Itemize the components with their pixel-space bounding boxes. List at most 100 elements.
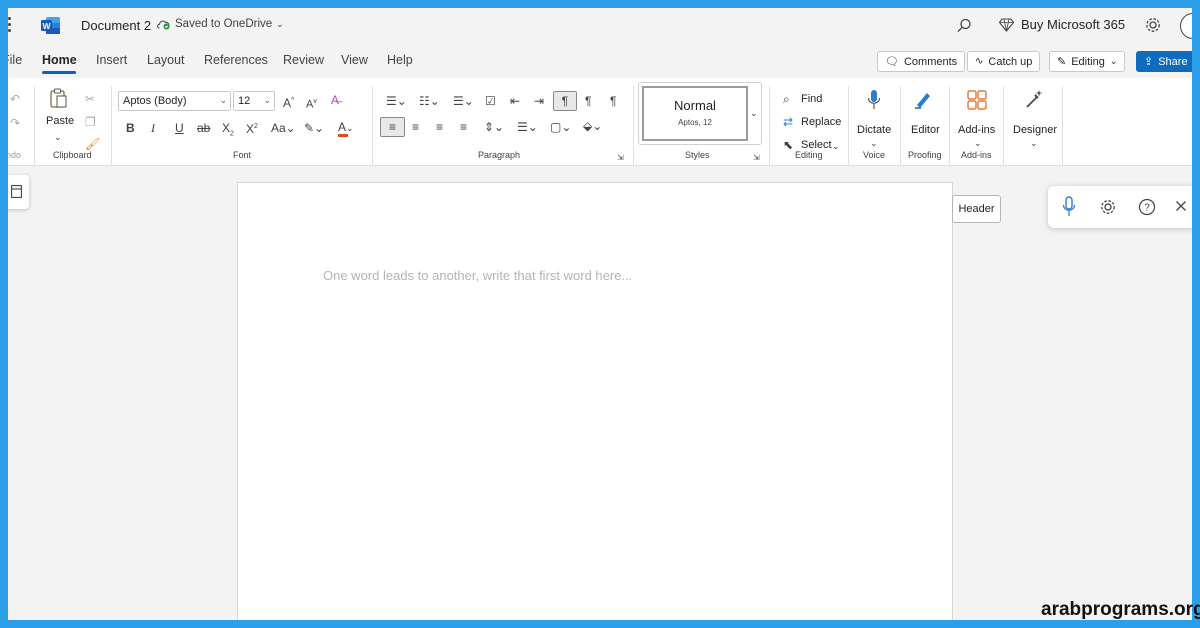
tab-review[interactable]: Review bbox=[283, 53, 324, 67]
align-center-icon[interactable]: ≡ bbox=[412, 120, 419, 134]
word-window: W Document 2 Saved to OneDrive ⌄ Buy Mic… bbox=[8, 8, 1192, 620]
app-launcher-icon[interactable] bbox=[8, 17, 16, 33]
tab-references[interactable]: References bbox=[204, 53, 268, 67]
dictation-settings-gear-icon[interactable] bbox=[1099, 198, 1117, 216]
change-case-icon[interactable]: Aa⌄ bbox=[271, 121, 296, 135]
help-icon[interactable]: ? bbox=[1138, 198, 1156, 216]
chevron-down-icon[interactable]: ⌄ bbox=[870, 136, 878, 150]
account-avatar[interactable] bbox=[1180, 13, 1192, 39]
replace-icon[interactable]: ⇄ bbox=[783, 115, 793, 129]
document-placeholder[interactable]: One word leads to another, write that fi… bbox=[323, 268, 632, 283]
shrink-font-icon[interactable]: Av bbox=[306, 95, 317, 112]
find-icon[interactable]: ⌕ bbox=[783, 92, 790, 106]
undo-icon[interactable]: ↶ bbox=[10, 92, 20, 106]
shading-icon[interactable]: ⬙⌄ bbox=[583, 119, 602, 133]
copy-icon[interactable]: ❐ bbox=[85, 115, 96, 129]
navigation-pane-toggle[interactable] bbox=[8, 175, 29, 209]
justify-icon[interactable]: ≡ bbox=[460, 120, 467, 134]
align-left-icon[interactable]: ≡ bbox=[380, 117, 405, 137]
save-status[interactable]: Saved to OneDrive ⌄ bbox=[156, 18, 284, 30]
cut-icon[interactable]: ✂ bbox=[85, 92, 95, 106]
styles-dialog-launcher-icon[interactable]: ⇲ bbox=[753, 151, 760, 165]
paste-icon[interactable] bbox=[49, 88, 67, 108]
microphone-icon[interactable] bbox=[1062, 196, 1076, 218]
chevron-down-icon[interactable]: ⌄ bbox=[974, 136, 982, 150]
comments-label: Comments bbox=[903, 55, 958, 68]
ltr-paragraph-icon[interactable]: ¶ bbox=[553, 91, 577, 111]
checklist-icon[interactable]: ☑ bbox=[485, 94, 496, 108]
add-ins-grid-icon[interactable] bbox=[967, 90, 987, 110]
dictate-label[interactable]: Dictate bbox=[857, 124, 891, 136]
editing-label: Editing bbox=[1071, 55, 1105, 68]
find-label[interactable]: Find bbox=[801, 93, 822, 105]
header-tooltip[interactable]: Header bbox=[952, 195, 1001, 223]
multilevel-list-icon[interactable]: ☰⌄ bbox=[453, 94, 474, 108]
add-ins-group-label: Add-ins bbox=[961, 150, 992, 160]
format-painter-icon[interactable]: 🖌 bbox=[85, 137, 100, 151]
voice-group-label: Voice bbox=[863, 150, 886, 160]
chevron-down-icon[interactable]: ⌄ bbox=[54, 130, 62, 144]
clear-formatting-icon[interactable]: A̶ bbox=[331, 93, 339, 107]
paragraph-group-label: Paragraph bbox=[478, 150, 521, 160]
chevron-down-icon: ⌄ bbox=[219, 95, 227, 105]
replace-label[interactable]: Replace bbox=[801, 116, 841, 128]
paste-label[interactable]: Paste bbox=[46, 115, 74, 127]
font-name-combo[interactable]: Aptos (Body) ⌄ bbox=[118, 91, 231, 111]
tab-file[interactable]: File bbox=[8, 53, 22, 67]
catch-up-button[interactable]: ∿ Catch up bbox=[967, 51, 1041, 72]
highlight-icon[interactable]: ✎⌄ bbox=[304, 121, 324, 135]
designer-label[interactable]: Designer bbox=[1013, 124, 1057, 136]
numbering-icon[interactable]: ☷⌄ bbox=[419, 94, 440, 108]
redo-icon[interactable]: ↷ bbox=[10, 116, 20, 130]
grow-font-icon[interactable]: A^ bbox=[283, 94, 294, 110]
select-cursor-icon[interactable]: ⬉ bbox=[783, 138, 793, 152]
bold-icon[interactable]: B bbox=[126, 121, 135, 135]
tab-home[interactable]: Home bbox=[42, 53, 77, 67]
tab-help[interactable]: Help bbox=[387, 53, 413, 67]
editor-label[interactable]: Editor bbox=[911, 124, 940, 136]
show-formatting-marks-icon[interactable]: ¶ bbox=[610, 94, 616, 108]
chevron-down-icon: ⌄ bbox=[276, 18, 284, 29]
tab-layout[interactable]: Layout bbox=[147, 53, 185, 67]
font-color-icon[interactable]: A⌄ bbox=[338, 120, 354, 135]
editor-pen-icon[interactable] bbox=[913, 89, 933, 109]
style-normal-tile[interactable]: Normal Aptos, 12 bbox=[642, 86, 748, 141]
styles-more-chevron-icon[interactable]: ⌄ bbox=[750, 106, 758, 120]
chevron-down-icon: ⌄ bbox=[263, 95, 271, 105]
line-spacing-icon[interactable]: ⇕⌄ bbox=[484, 120, 504, 134]
add-ins-label[interactable]: Add-ins bbox=[958, 124, 995, 136]
comments-button[interactable]: 🗨 Comments bbox=[877, 51, 966, 72]
document-page[interactable]: One word leads to another, write that fi… bbox=[237, 182, 953, 620]
underline-icon[interactable]: U bbox=[175, 121, 184, 135]
svg-text:?: ? bbox=[1144, 203, 1150, 214]
close-icon[interactable] bbox=[1175, 200, 1187, 212]
share-button[interactable]: ⇪ Share bbox=[1136, 51, 1192, 72]
paragraph-dialog-launcher-icon[interactable]: ⇲ bbox=[617, 151, 624, 165]
chevron-down-icon[interactable]: ⌄ bbox=[1030, 136, 1038, 150]
microphone-icon[interactable] bbox=[867, 89, 881, 111]
bullets-icon[interactable]: ☰⌄ bbox=[386, 94, 407, 108]
buy-microsoft-365-button[interactable]: Buy Microsoft 365 bbox=[999, 17, 1125, 32]
settings-gear-icon[interactable] bbox=[1144, 16, 1162, 34]
chevron-down-icon[interactable]: ⌄ bbox=[832, 139, 840, 153]
align-right-icon[interactable]: ≡ bbox=[436, 120, 443, 134]
font-size-combo[interactable]: 12 ⌄ bbox=[233, 91, 275, 111]
group-divider bbox=[848, 86, 849, 166]
italic-icon[interactable]: I bbox=[151, 121, 155, 135]
editing-mode-button[interactable]: ✎ Editing ⌄ bbox=[1049, 51, 1126, 72]
cloud-saved-icon bbox=[157, 20, 170, 30]
search-icon[interactable] bbox=[955, 17, 973, 35]
increase-indent-icon[interactable]: ⇥ bbox=[534, 94, 544, 108]
designer-wand-icon[interactable] bbox=[1024, 89, 1044, 109]
tab-insert[interactable]: Insert bbox=[96, 53, 127, 67]
strikethrough-icon[interactable]: ab bbox=[197, 121, 210, 135]
subscript-icon[interactable]: X2 bbox=[222, 121, 234, 141]
group-divider bbox=[1062, 86, 1063, 166]
tab-view[interactable]: View bbox=[341, 53, 368, 67]
rtl-paragraph-icon[interactable]: ¶ bbox=[585, 94, 591, 108]
document-title[interactable]: Document 2 bbox=[81, 18, 151, 33]
paragraph-spacing-icon[interactable]: ☰⌄ bbox=[517, 120, 538, 134]
decrease-indent-icon[interactable]: ⇤ bbox=[510, 94, 520, 108]
borders-icon[interactable]: ▢⌄ bbox=[550, 120, 571, 134]
superscript-icon[interactable]: X2 bbox=[246, 120, 258, 136]
